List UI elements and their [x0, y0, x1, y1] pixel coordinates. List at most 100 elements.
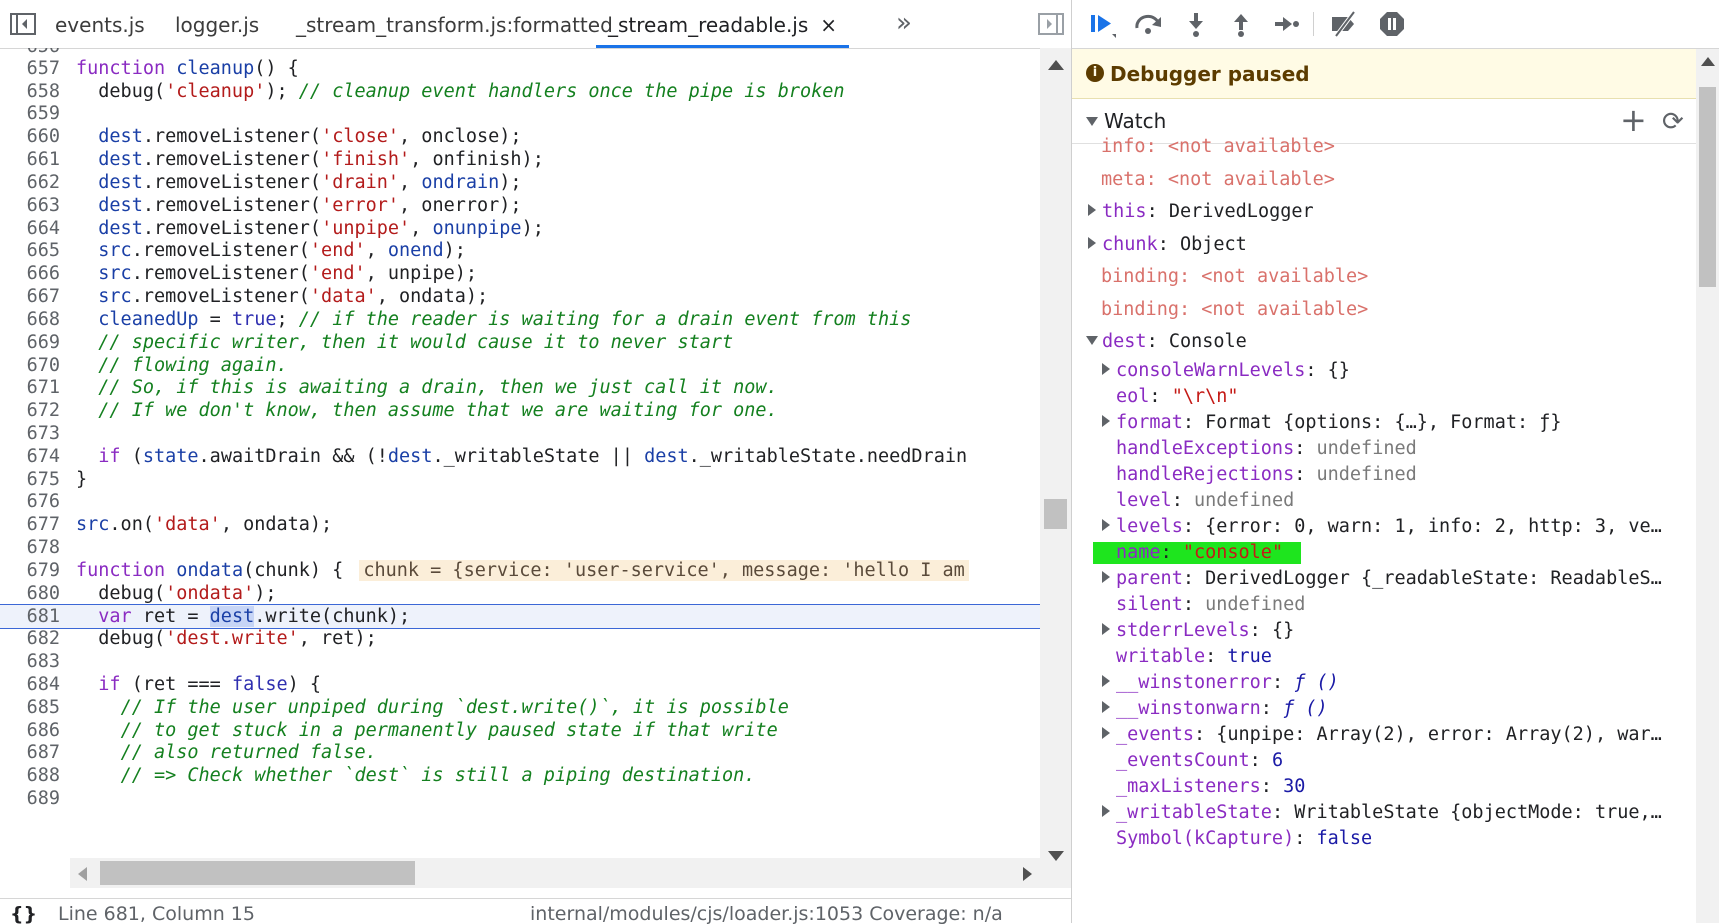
watch-title: Watch — [1104, 109, 1167, 133]
cursor-position: Line 681, Column 15 — [58, 903, 255, 924]
tab-logger-js[interactable]: logger.js — [175, 0, 259, 48]
script-info: internal/modules/cjs/loader.js:1053 Cove… — [530, 903, 1003, 924]
code-line: 666 src.removeListener('end', unpipe); — [26, 263, 478, 284]
tab-label: _stream_readable.js — [608, 13, 809, 37]
pretty-print-icon[interactable]: {} — [10, 903, 37, 924]
code-line: 667 src.removeListener('data', ondata); — [26, 286, 489, 307]
property-row[interactable]: _maxListeners: 30 — [1116, 774, 1305, 800]
code-line: 661 dest.removeListener('finish', onfini… — [26, 149, 544, 170]
scroll-left-icon[interactable] — [78, 867, 87, 881]
property-row[interactable]: _writableState: WritableState {objectMod… — [1102, 800, 1662, 826]
code-line: 669 // specific writer, then it would ca… — [26, 332, 734, 353]
property-row[interactable]: _eventsCount: 6 — [1116, 748, 1283, 774]
property-row-highlighted[interactable]: name: "console" — [1116, 540, 1283, 566]
property-row[interactable]: level: undefined — [1116, 488, 1294, 514]
property-row[interactable]: silent: undefined — [1116, 592, 1305, 618]
tab-label: events.js — [55, 13, 145, 37]
code-vertical-scrollbar[interactable] — [1040, 48, 1071, 888]
code-line: 674 if (state.awaitDrain && (!dest._writ… — [26, 446, 968, 467]
code-horizontal-scrollbar[interactable] — [70, 858, 1040, 888]
tab-label: logger.js — [175, 13, 260, 37]
code-editor[interactable]: 656 657function cleanup() { 658 debug('c… — [0, 48, 1040, 888]
watch-expression[interactable]: this: DerivedLogger — [1088, 199, 1314, 225]
code-line: 689 — [26, 788, 60, 809]
watch-expression[interactable]: meta: <not available> — [1101, 167, 1335, 193]
scroll-right-icon[interactable] — [1023, 867, 1032, 881]
code-line: 657 function cleanup() { — [26, 58, 299, 79]
property-row[interactable]: __winstonwarn: ƒ () — [1102, 696, 1328, 722]
watch-expression[interactable]: dest: Console — [1086, 329, 1247, 355]
expand-icon — [1102, 363, 1110, 375]
property-row[interactable]: Symbol(kCapture): false — [1116, 826, 1372, 852]
sources-panel: events.js logger.js _stream_transform.js… — [0, 0, 1071, 924]
paused-message: Debugger paused — [1110, 62, 1310, 86]
code-line: 662 dest.removeListener('drain', ondrain… — [26, 172, 522, 193]
expand-icon — [1102, 701, 1110, 713]
expand-icon — [1088, 237, 1096, 249]
code-line: 687 // also returned false. — [26, 742, 377, 763]
tab-events-js[interactable]: events.js — [55, 0, 145, 48]
pause-on-exceptions-icon[interactable] — [1376, 8, 1408, 40]
watch-expression[interactable]: binding: <not available> — [1101, 264, 1368, 290]
property-row[interactable]: consoleWarnLevels: {} — [1102, 358, 1350, 384]
debugger-toolbar — [1072, 0, 1719, 49]
property-row[interactable]: _events: {unpipe: Array(2), error: Array… — [1102, 722, 1662, 748]
expand-icon — [1102, 805, 1110, 817]
property-row[interactable]: format: Format {options: {…}, Format: ƒ} — [1102, 410, 1562, 436]
property-row[interactable]: writable: true — [1116, 644, 1272, 670]
property-row[interactable]: handleRejections: undefined — [1116, 462, 1417, 488]
code-line: 682 debug('dest.write', ret); — [26, 628, 377, 649]
resume-icon[interactable] — [1086, 8, 1118, 40]
expand-icon[interactable] — [1086, 117, 1098, 126]
watch-expression[interactable]: info: <not available> — [1101, 134, 1335, 160]
property-row[interactable]: handleExceptions: undefined — [1116, 436, 1417, 462]
refresh-icon[interactable]: ⟳ — [1662, 107, 1684, 137]
debugger-paused-banner: i Debugger paused — [1072, 49, 1696, 99]
code-line: 660 dest.removeListener('close', onclose… — [26, 126, 522, 147]
tab-stream-transform[interactable]: _stream_transform.js:formatted — [296, 0, 613, 48]
property-row[interactable]: __winstonerror: ƒ () — [1102, 670, 1339, 696]
expand-icon — [1102, 623, 1110, 635]
toggle-debugger-sidebar-icon[interactable] — [1038, 13, 1064, 35]
property-row[interactable]: levels: {error: 0, warn: 1, info: 2, htt… — [1102, 514, 1662, 540]
code-line: 688 // => Check whether `dest` is still … — [26, 765, 756, 786]
sidebar-scrollbar[interactable] — [1696, 49, 1719, 923]
watch-expression[interactable]: binding: <not available> — [1101, 297, 1368, 323]
more-tabs-icon[interactable]: » — [896, 8, 912, 38]
scroll-down-icon[interactable] — [1048, 851, 1064, 861]
tab-label: _stream_transform.js:formatted — [296, 13, 613, 37]
step-out-icon[interactable] — [1225, 8, 1257, 40]
close-tab-icon[interactable]: × — [820, 13, 837, 37]
toggle-navigator-icon[interactable] — [10, 13, 36, 35]
toolbar-separator — [1313, 12, 1314, 36]
code-line: 683 — [26, 651, 60, 672]
code-line: 685 // If the user unpiped during `dest.… — [26, 697, 789, 718]
expand-icon — [1102, 415, 1110, 427]
expand-icon — [1102, 571, 1110, 583]
property-row[interactable]: stderrLevels: {} — [1102, 618, 1294, 644]
step-over-icon[interactable] — [1132, 8, 1164, 40]
scroll-up-icon[interactable] — [1701, 57, 1715, 66]
code-line: 684 if (ret === false) { — [26, 674, 322, 695]
expand-icon — [1102, 675, 1110, 687]
step-icon[interactable] — [1270, 8, 1302, 40]
tab-stream-readable[interactable]: _stream_readable.js × — [596, 0, 850, 48]
collapse-icon — [1086, 336, 1098, 345]
editor-status-bar: {} Line 681, Column 15 internal/modules/… — [0, 898, 1071, 924]
scroll-thumb[interactable] — [1044, 499, 1067, 529]
expand-icon — [1102, 727, 1110, 739]
code-line: 679 function ondata(chunk) {chunk = {serv… — [0, 558, 1040, 583]
property-row[interactable]: parent: DerivedLogger {_readableState: R… — [1102, 566, 1662, 592]
code-line: 663 dest.removeListener('error', onerror… — [26, 195, 522, 216]
step-into-icon[interactable] — [1180, 8, 1212, 40]
deactivate-breakpoints-icon[interactable] — [1328, 8, 1360, 40]
scroll-up-icon[interactable] — [1048, 60, 1064, 70]
watch-expression[interactable]: chunk: Object — [1088, 232, 1247, 258]
scroll-thumb[interactable] — [1699, 87, 1716, 287]
property-row[interactable]: eol: "\r\n" — [1116, 384, 1239, 410]
expand-icon — [1088, 204, 1096, 216]
code-line: 659 — [26, 103, 60, 124]
debugger-sidebar: i Debugger paused Watch + ⟳ info: <not a… — [1072, 0, 1719, 923]
scroll-thumb[interactable] — [100, 861, 415, 885]
add-watch-icon[interactable]: + — [1620, 101, 1647, 139]
